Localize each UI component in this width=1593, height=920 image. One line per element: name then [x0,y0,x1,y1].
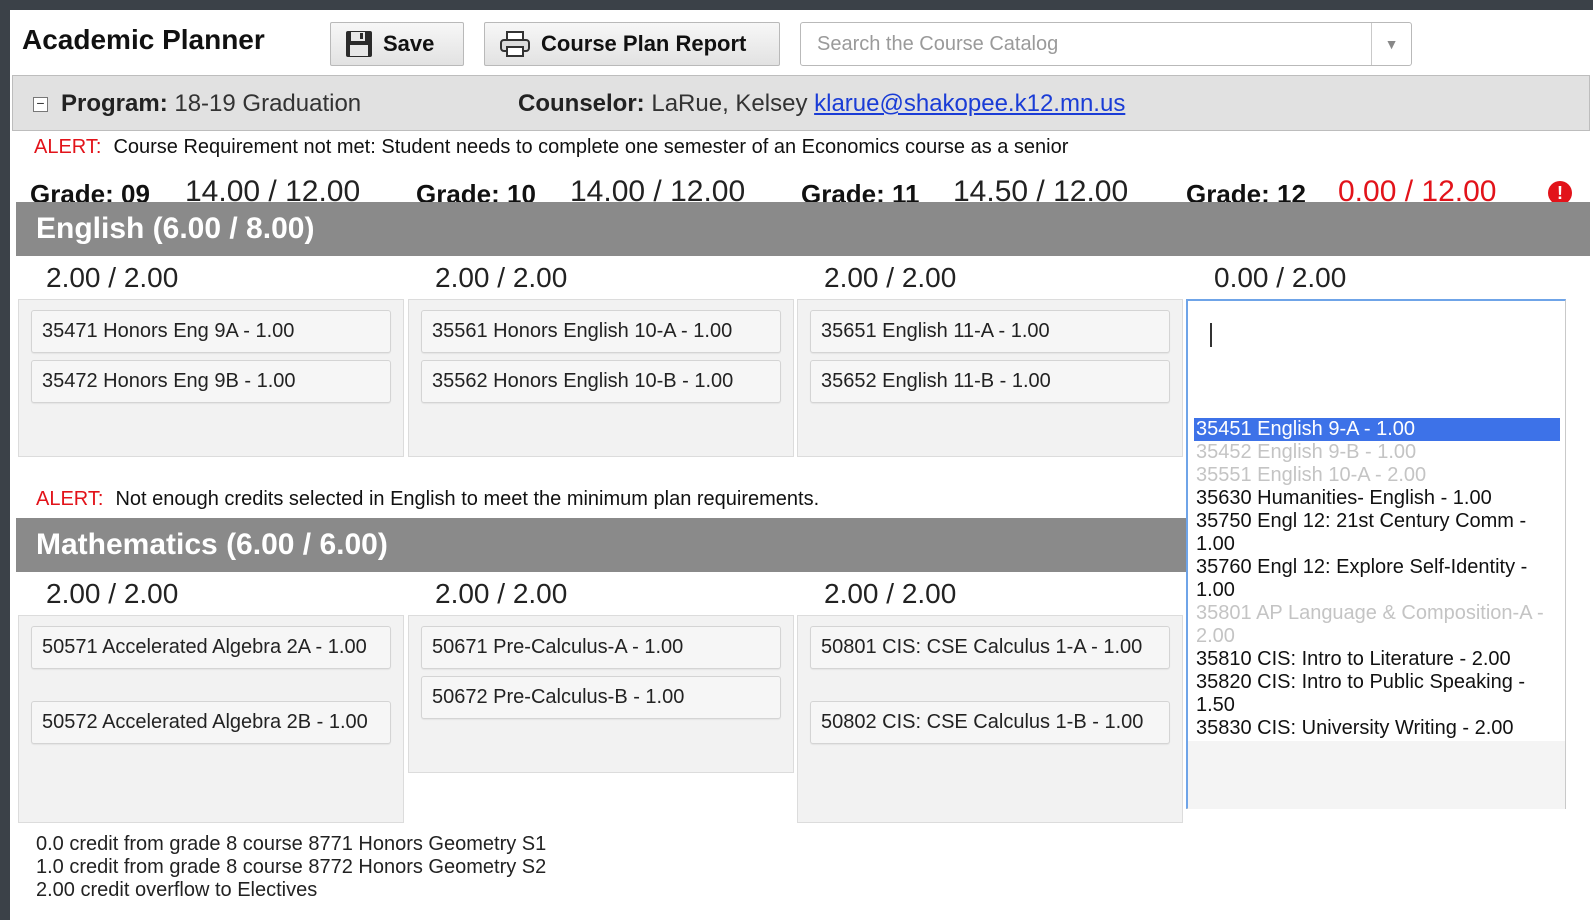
alert-label: ALERT: [36,488,104,510]
picker-footer [1188,741,1565,809]
program-value: 18-19 Graduation [174,90,362,117]
program-header: − Program: 18-19 Graduation Counselor: L… [12,75,1590,131]
math-col-3-sum: 2.00 / 2.00 [824,578,957,609]
course-card[interactable]: 35561 Honors English 10-A - 1.00 [421,310,781,353]
course-option[interactable]: 35451 English 9-A - 1.00 [1194,418,1560,441]
collapse-icon[interactable]: − [33,96,48,112]
course-option[interactable]: 35630 Humanities- English - 1.00 [1194,487,1560,510]
math-grade-09-column: 50571 Accelerated Algebra 2A - 1.00 5057… [18,615,404,823]
printer-icon [500,31,530,57]
counselor-email-link[interactable]: klarue@shakopee.k12.mn.us [814,90,1125,117]
math-grade-11-column: 50801 CIS: CSE Calculus 1-A - 1.00 50802… [797,615,1183,823]
save-button[interactable]: Save [330,22,464,66]
course-card[interactable]: 35472 Honors Eng 9B - 1.00 [31,360,391,403]
counselor-name: LaRue, Kelsey [651,90,808,117]
english-col-3-sum: 2.00 / 2.00 [824,262,957,293]
math-col-1-sum: 2.00 / 2.00 [46,578,179,609]
course-card[interactable]: 50802 CIS: CSE Calculus 1-B - 1.00 [810,701,1170,744]
program-info: Program: 18-19 Graduation [61,90,361,118]
app-title: Academic Planner [22,24,265,55]
course-options-list: 35451 English 9-A - 1.00 35452 English 9… [1194,418,1560,740]
counselor-info: Counselor: LaRue, Kelsey klarue@shakopee… [518,90,1125,118]
course-card[interactable]: 35651 English 11-A - 1.00 [810,310,1170,353]
english-col-1-sum: 2.00 / 2.00 [46,262,179,293]
credit-note: 2.00 credit overflow to Electives [36,879,318,901]
english-credit-alert: ALERT: Not enough credits selected in Eng… [36,488,819,511]
english-section-header: English (6.00 / 8.00) [16,202,1590,256]
english-col-2-sum: 2.00 / 2.00 [435,262,568,293]
credit-note: 1.0 credit from grade 8 course 8772 Hono… [36,856,547,878]
course-option[interactable]: 35810 CIS: Intro to Literature - 2.00 [1194,648,1560,671]
course-option[interactable]: 35760 Engl 12: Explore Self-Identity - 1… [1194,556,1560,602]
report-button-label: Course Plan Report [541,31,747,56]
english-col-4-sum: 0.00 / 2.00 [1214,262,1347,293]
alert-text: Not enough credits selected in English t… [115,488,820,510]
alert-label: ALERT: [34,136,102,158]
english-grade-12-course-picker[interactable]: 35451 English 9-A - 1.00 35452 English 9… [1186,299,1566,809]
course-card[interactable]: 35652 English 11-B - 1.00 [810,360,1170,403]
course-card[interactable]: 50672 Pre-Calculus-B - 1.00 [421,676,781,719]
course-card[interactable]: 50671 Pre-Calculus-A - 1.00 [421,626,781,669]
course-card[interactable]: 35562 Honors English 10-B - 1.00 [421,360,781,403]
course-option[interactable]: 35830 CIS: University Writing - 2.00 [1194,717,1560,740]
course-card[interactable]: 50571 Accelerated Algebra 2A - 1.00 [31,626,391,669]
save-button-label: Save [383,31,435,56]
math-credit-notes: 0.0 credit from grade 8 course 8771 Hono… [36,833,546,902]
course-card[interactable]: 50801 CIS: CSE Calculus 1-A - 1.00 [810,626,1170,669]
program-label: Program: [61,90,168,117]
math-grade-10-column: 50671 Pre-Calculus-A - 1.00 50672 Pre-Ca… [408,615,794,773]
course-option[interactable]: 35750 Engl 12: 21st Century Comm - 1.00 [1194,510,1560,556]
counselor-label: Counselor: [518,90,645,117]
course-option: 35801 AP Language & Composition-A - 2.00 [1196,602,1544,647]
english-grade-10-column: 35561 Honors English 10-A - 1.00 35562 H… [408,299,794,457]
course-card[interactable]: 50572 Accelerated Algebra 2B - 1.00 [31,701,391,744]
math-col-2-sum: 2.00 / 2.00 [435,578,568,609]
requirement-alert: ALERT: Course Requirement not met: Studen… [34,136,1068,159]
search-input[interactable] [801,23,1371,65]
math-section-header: Mathematics (6.00 / 6.00) [16,518,1186,572]
course-option: 35551 English 10-A - 2.00 [1196,464,1427,486]
english-grade-09-column: 35471 Honors Eng 9A - 1.00 35472 Honors … [18,299,404,457]
credit-note: 0.0 credit from grade 8 course 8771 Hono… [36,833,547,855]
course-option: 35452 English 9-B - 1.00 [1196,441,1417,463]
course-option[interactable]: 35820 CIS: Intro to Public Speaking - 1.… [1194,671,1560,717]
top-bar: Academic Planner Save Course Plan Report… [10,10,1593,75]
alert-text: Course Requirement not met: Student need… [113,136,1069,158]
chevron-down-icon[interactable]: ▼ [1371,23,1411,65]
floppy-disk-icon [346,31,372,57]
academic-planner-window: Academic Planner Save Course Plan Report… [10,10,1593,920]
course-plan-report-button[interactable]: Course Plan Report [484,22,780,66]
text-cursor [1210,323,1212,347]
english-grade-11-column: 35651 English 11-A - 1.00 35652 English … [797,299,1183,457]
course-card[interactable]: 35471 Honors Eng 9A - 1.00 [31,310,391,353]
course-catalog-search[interactable]: ▼ [800,22,1412,66]
